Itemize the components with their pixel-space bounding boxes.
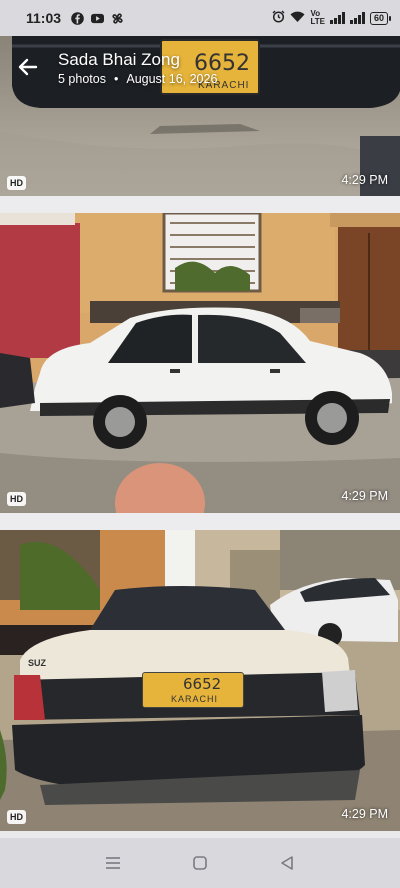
plate-bottom: 6652 KARACHI — [142, 672, 244, 708]
album-date: August 16, 2026 — [126, 72, 218, 86]
plate-city: KARACHI — [171, 694, 219, 704]
photo-separator — [0, 513, 400, 530]
photo-time: 4:29 PM — [341, 173, 388, 187]
photo-2-image — [0, 213, 400, 513]
album-title: Sada Bhai Zong — [58, 50, 180, 69]
hd-badge: HD — [7, 810, 26, 824]
youtube-icon — [91, 12, 105, 25]
hd-badge: HD — [7, 492, 26, 506]
wifi-icon — [290, 11, 305, 26]
hd-badge: HD — [7, 176, 26, 190]
fan-icon — [111, 12, 124, 25]
photo-time: 4:29 PM — [341, 807, 388, 821]
plate-number: 6652 — [183, 675, 222, 693]
menu-icon[interactable] — [101, 851, 125, 875]
alarm-icon — [272, 10, 285, 26]
status-bar: 11:03 Vo LTE 60 — [0, 0, 400, 36]
back-icon[interactable] — [275, 851, 299, 875]
photo-count: 5 photos — [58, 72, 106, 86]
status-icons: Vo LTE 60 — [272, 9, 392, 26]
photo-separator — [0, 196, 400, 213]
back-arrow-icon[interactable] — [14, 54, 40, 80]
home-icon[interactable] — [188, 851, 212, 875]
signal-icon — [329, 12, 345, 24]
system-nav-bar — [0, 838, 400, 888]
signal-icon-2 — [349, 12, 365, 24]
photo-2[interactable]: HD 4:29 PM — [0, 213, 400, 513]
subtitle-separator: • — [113, 72, 119, 86]
battery-icon: 60 — [369, 11, 392, 25]
album-subtitle: 5 photos • August 16, 2026 — [58, 72, 217, 86]
photo-album-screen: 11:03 Vo LTE 60 6652 KARACHI HD 4:29 PM … — [0, 0, 400, 888]
facebook-icon — [71, 11, 84, 25]
photo-3[interactable]: SUZ 6652 KARACHI HD 4:29 PM — [0, 530, 400, 831]
photo-time: 4:29 PM — [341, 489, 388, 503]
car-brand-badge: SUZ — [28, 658, 46, 668]
status-time: 11:03 — [26, 10, 62, 26]
volte-icon: Vo LTE — [310, 9, 325, 26]
